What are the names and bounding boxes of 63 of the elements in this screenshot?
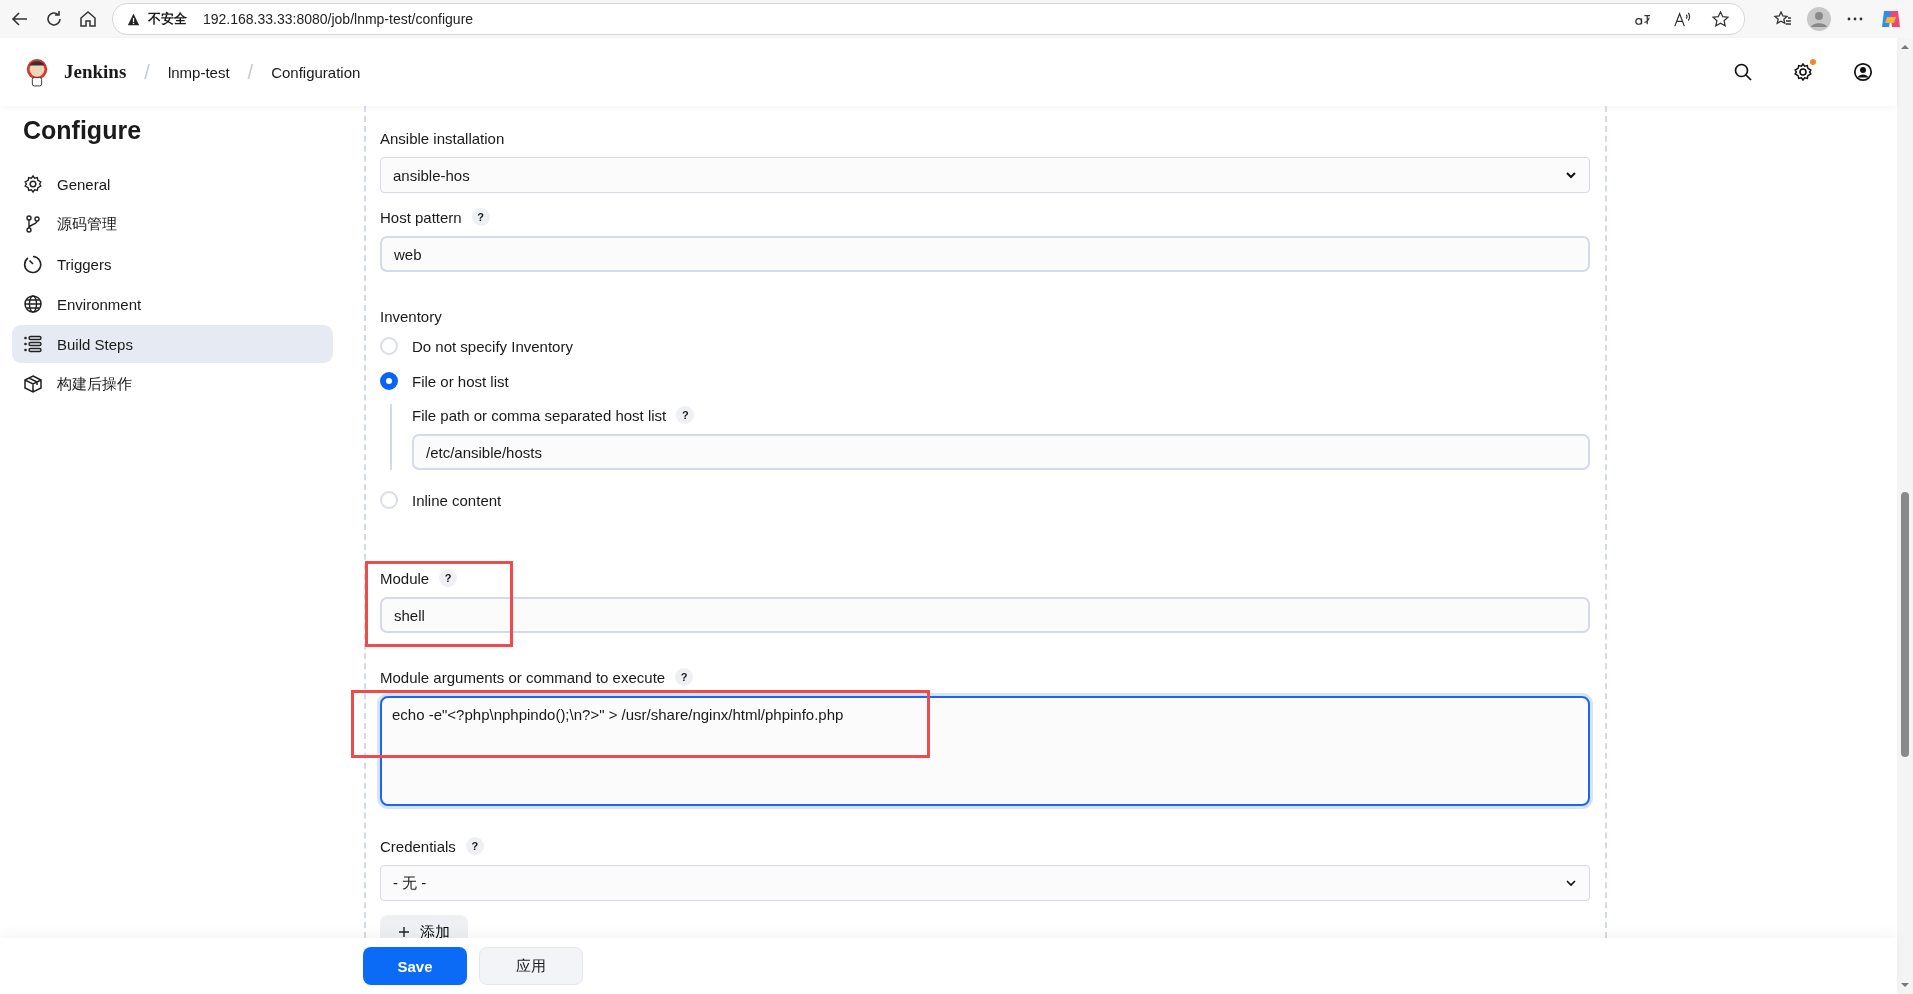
help-button[interactable]: ? bbox=[675, 668, 694, 686]
box-icon bbox=[23, 374, 43, 394]
star-icon[interactable] bbox=[1711, 9, 1730, 29]
sidebar-item[interactable]: 源码管理 bbox=[12, 205, 333, 243]
help-button[interactable]: ? bbox=[471, 208, 490, 226]
branch-icon bbox=[23, 214, 43, 234]
radio-label[interactable]: File or host list bbox=[412, 372, 509, 390]
security-label: 不安全 bbox=[148, 10, 187, 28]
field-label: Inventory bbox=[380, 307, 442, 325]
chevron-down-icon bbox=[1565, 877, 1577, 889]
field-label: Module arguments or command to execute bbox=[380, 668, 666, 686]
search-icon[interactable] bbox=[1733, 62, 1753, 82]
host-list-input[interactable]: /etc/ansible/hosts bbox=[412, 434, 1590, 470]
globe-icon bbox=[23, 294, 43, 314]
sidebar-item[interactable]: Environment bbox=[12, 285, 333, 323]
radio-label[interactable]: Inline content bbox=[412, 491, 502, 509]
field-label: Module bbox=[380, 569, 430, 587]
field-label: Host pattern bbox=[380, 208, 462, 226]
save-button[interactable]: Save bbox=[363, 947, 467, 985]
warning-icon bbox=[127, 12, 140, 26]
url-text: 192.168.33.33:8080/job/lnmp-test/configure bbox=[203, 11, 474, 27]
settings-icon[interactable] bbox=[1793, 62, 1813, 82]
scrollbar[interactable] bbox=[1897, 38, 1913, 994]
breadcrumb-link[interactable]: Configuration bbox=[271, 63, 361, 81]
sidebar-item[interactable]: 构建后操作 bbox=[12, 365, 333, 403]
help-button[interactable]: ? bbox=[676, 406, 695, 424]
list-icon bbox=[23, 334, 43, 354]
address-bar[interactable]: 不安全 192.168.33.33:8080/job/lnmp-test/configure bbox=[112, 3, 1745, 35]
field-label: File path or comma separated host list bbox=[412, 406, 667, 424]
apply-button[interactable]: 应用 bbox=[479, 947, 583, 985]
chevron-down-icon bbox=[1565, 169, 1577, 181]
breadcrumb-separator: / bbox=[247, 60, 254, 84]
scroll-down-icon[interactable] bbox=[1900, 980, 1910, 990]
radio-label[interactable]: Do not specify Inventory bbox=[412, 337, 573, 355]
field-label: Ansible installation bbox=[380, 129, 505, 147]
refresh-icon[interactable] bbox=[44, 9, 64, 29]
scroll-up-icon[interactable] bbox=[1900, 42, 1910, 52]
brand-name[interactable]: Jenkins bbox=[64, 61, 127, 83]
credentials-select[interactable]: - 无 - bbox=[380, 865, 1590, 901]
sidebar-item[interactable]: Build Steps bbox=[12, 325, 333, 363]
command-textarea[interactable]: echo -e"<?php\nphpindo();\n?>" > /usr/share/nginx/html/phpinfo.php bbox=[380, 696, 1590, 806]
scrollbar-thumb[interactable] bbox=[1901, 492, 1909, 757]
page-title: Configure bbox=[23, 116, 143, 145]
ansible-installation-select[interactable]: ansible-hos bbox=[380, 157, 1590, 193]
breadcrumb-separator: / bbox=[144, 60, 150, 84]
jenkins-logo-icon[interactable] bbox=[24, 56, 50, 88]
help-button[interactable]: ? bbox=[465, 837, 484, 855]
home-icon[interactable] bbox=[78, 9, 98, 29]
read-aloud-icon[interactable] bbox=[1672, 9, 1691, 29]
sidebar-item[interactable]: Triggers bbox=[12, 245, 333, 283]
user-account-icon[interactable] bbox=[1853, 62, 1873, 82]
gear-icon bbox=[23, 174, 43, 194]
timer-icon bbox=[23, 254, 43, 274]
profile-avatar-icon[interactable] bbox=[1807, 7, 1831, 31]
sidebar-item[interactable]: General bbox=[12, 165, 333, 203]
radio-button[interactable] bbox=[380, 372, 398, 390]
add-button[interactable]: 添加 bbox=[380, 915, 468, 938]
field-label: Credentials bbox=[380, 837, 456, 855]
module-input[interactable]: shell bbox=[380, 597, 1590, 633]
plus-icon bbox=[398, 926, 410, 938]
breadcrumb-link[interactable]: lnmp-test bbox=[167, 63, 230, 81]
help-button[interactable]: ? bbox=[439, 569, 458, 587]
host-pattern-input[interactable]: web bbox=[380, 236, 1590, 272]
